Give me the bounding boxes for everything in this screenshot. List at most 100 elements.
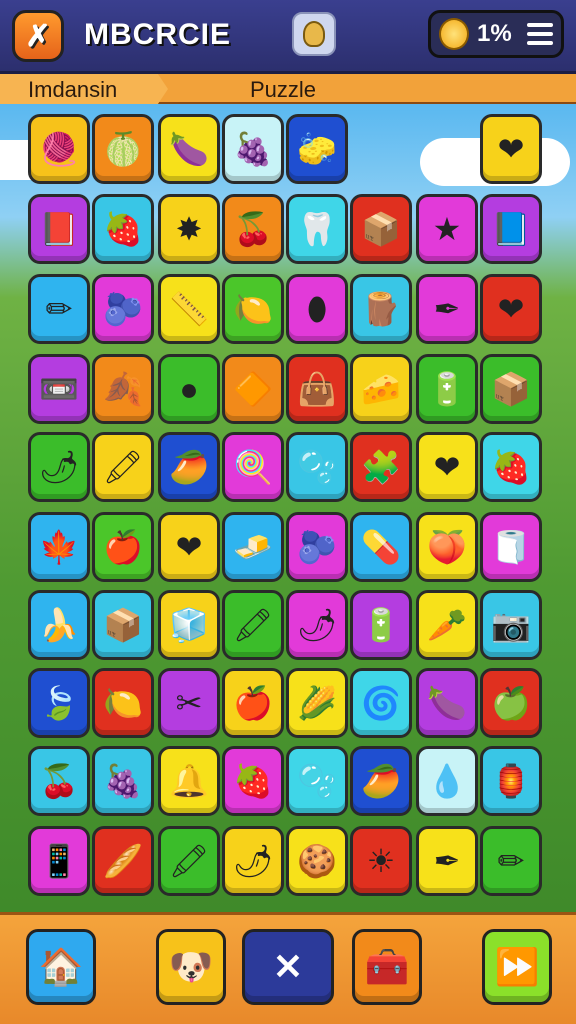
- tile-r3-c4[interactable]: 🍋: [222, 274, 284, 344]
- tile-icon: ✏: [497, 843, 525, 879]
- tile-r9-c4[interactable]: 🍓: [222, 746, 284, 816]
- tile-r2-c6[interactable]: 📦: [350, 194, 412, 264]
- tile-r7-c7[interactable]: 🥕: [416, 590, 478, 660]
- tile-r8-c2[interactable]: 🍋: [92, 668, 154, 738]
- tile-r10-c1[interactable]: 📱: [28, 826, 90, 896]
- tile-r8-c8[interactable]: 🍏: [480, 668, 542, 738]
- tile-r6-c6[interactable]: 💊: [350, 512, 412, 582]
- tile-r2-c3[interactable]: ✸: [158, 194, 220, 264]
- hamburger-menu-icon[interactable]: [527, 23, 553, 45]
- tile-r9-c7[interactable]: 💧: [416, 746, 478, 816]
- tile-r5-c1[interactable]: 🌶: [28, 432, 90, 502]
- tile-r3-c5[interactable]: ⬮: [286, 274, 348, 344]
- tile-r7-c1[interactable]: 🍌: [28, 590, 90, 660]
- tile-r5-c4[interactable]: 🍭: [222, 432, 284, 502]
- character-button[interactable]: 🐶: [156, 929, 226, 1005]
- tile-r4-c8[interactable]: 📦: [480, 354, 542, 424]
- close-button[interactable]: ✕: [242, 929, 334, 1005]
- tile-r4-c2[interactable]: 🍂: [92, 354, 154, 424]
- tile-r1-c3[interactable]: 🍆: [158, 114, 220, 184]
- tile-r4-c6[interactable]: 🧀: [350, 354, 412, 424]
- tile-r2-c8[interactable]: 📘: [480, 194, 542, 264]
- tile-r6-c3[interactable]: ❤: [158, 512, 220, 582]
- tile-r8-c5[interactable]: 🌽: [286, 668, 348, 738]
- coin-counter[interactable]: 1%: [428, 10, 564, 58]
- tile-r5-c3[interactable]: 🥭: [158, 432, 220, 502]
- tile-r9-c1[interactable]: 🍒: [28, 746, 90, 816]
- tile-r1-c2[interactable]: 🍈: [92, 114, 154, 184]
- tile-r6-c2[interactable]: 🍎: [92, 512, 154, 582]
- tile-r10-c3[interactable]: 🖍: [158, 826, 220, 896]
- tile-r5-c7[interactable]: ❤: [416, 432, 478, 502]
- tile-r8-c7[interactable]: 🍆: [416, 668, 478, 738]
- tile-r3-c7[interactable]: ✒: [416, 274, 478, 344]
- tile-r1-c1[interactable]: 🧶: [28, 114, 90, 184]
- coin-value: 1%: [477, 20, 512, 47]
- tile-r2-c4[interactable]: 🍒: [222, 194, 284, 264]
- tile-r2-c5[interactable]: 🦷: [286, 194, 348, 264]
- next-button[interactable]: ⏩: [482, 929, 552, 1005]
- tile-icon: ✏: [45, 291, 73, 327]
- tile-r9-c2[interactable]: 🍇: [92, 746, 154, 816]
- tile-r9-c3[interactable]: 🔔: [158, 746, 220, 816]
- tile-r5-c2[interactable]: 🖍: [92, 432, 154, 502]
- tile-r4-c7[interactable]: 🔋: [416, 354, 478, 424]
- tile-r9-c5[interactable]: 🫧: [286, 746, 348, 816]
- tile-r3-c2[interactable]: 🫐: [92, 274, 154, 344]
- tile-r1-c8[interactable]: ❤: [480, 114, 542, 184]
- tile-r3-c8[interactable]: ❤: [480, 274, 542, 344]
- tile-icon: 🧽: [297, 131, 337, 167]
- tile-r6-c7[interactable]: 🍑: [416, 512, 478, 582]
- tile-r8-c3[interactable]: ✂: [158, 668, 220, 738]
- tile-r10-c2[interactable]: 🥖: [92, 826, 154, 896]
- tile-icon: 🍌: [39, 607, 79, 643]
- dog-face-icon: 🐶: [168, 946, 214, 987]
- tile-r7-c8[interactable]: 📷: [480, 590, 542, 660]
- tile-r4-c1[interactable]: 📼: [28, 354, 90, 424]
- tile-r7-c5[interactable]: 🌶: [286, 590, 348, 660]
- tile-r6-c8[interactable]: 🧻: [480, 512, 542, 582]
- tile-icon: ⬮: [306, 291, 328, 327]
- tile-r10-c4[interactable]: 🌶: [222, 826, 284, 896]
- tile-r10-c6[interactable]: ☀: [350, 826, 412, 896]
- tile-r5-c8[interactable]: 🍓: [480, 432, 542, 502]
- tile-r2-c7[interactable]: ★: [416, 194, 478, 264]
- tile-r9-c8[interactable]: 🏮: [480, 746, 542, 816]
- tile-icon: ✒: [433, 843, 461, 879]
- tile-r7-c6[interactable]: 🔋: [350, 590, 412, 660]
- tile-r3-c6[interactable]: 🪵: [350, 274, 412, 344]
- tile-r1-c4[interactable]: 🍇: [222, 114, 284, 184]
- tile-r7-c3[interactable]: 🧊: [158, 590, 220, 660]
- tile-r8-c1[interactable]: 🍃: [28, 668, 90, 738]
- tile-r4-c4[interactable]: 🔶: [222, 354, 284, 424]
- tile-r10-c5[interactable]: 🍪: [286, 826, 348, 896]
- home-button[interactable]: 🏠: [26, 929, 96, 1005]
- gold-coin-icon: [439, 18, 469, 50]
- tile-r3-c1[interactable]: ✏: [28, 274, 90, 344]
- tile-r9-c6[interactable]: 🥭: [350, 746, 412, 816]
- tile-icon: 🌶: [38, 449, 80, 485]
- tile-r6-c1[interactable]: 🍁: [28, 512, 90, 582]
- tile-r8-c6[interactable]: 🌀: [350, 668, 412, 738]
- tile-r8-c4[interactable]: 🍎: [222, 668, 284, 738]
- hint-button[interactable]: [292, 12, 336, 56]
- tile-r10-c7[interactable]: ✒: [416, 826, 478, 896]
- tile-r5-c5[interactable]: 🫧: [286, 432, 348, 502]
- tile-icon: 🌶: [296, 607, 338, 643]
- logo-button[interactable]: ✗: [12, 10, 64, 62]
- tile-r2-c1[interactable]: 📕: [28, 194, 90, 264]
- tile-r2-c2[interactable]: 🍓: [92, 194, 154, 264]
- tile-r6-c5[interactable]: 🫐: [286, 512, 348, 582]
- shop-button[interactable]: 🧰: [352, 929, 422, 1005]
- tile-icon: 🍇: [233, 131, 273, 167]
- tile-r10-c8[interactable]: ✏: [480, 826, 542, 896]
- tile-r1-c5[interactable]: 🧽: [286, 114, 348, 184]
- tile-r6-c4[interactable]: 🧈: [222, 512, 284, 582]
- tile-r7-c2[interactable]: 📦: [92, 590, 154, 660]
- tile-icon: 🏮: [491, 763, 531, 799]
- tile-r3-c3[interactable]: 📏: [158, 274, 220, 344]
- tile-r4-c3[interactable]: ●: [158, 354, 220, 424]
- tile-r4-c5[interactable]: 👜: [286, 354, 348, 424]
- tile-r7-c4[interactable]: 🖍: [222, 590, 284, 660]
- tile-r5-c6[interactable]: 🧩: [350, 432, 412, 502]
